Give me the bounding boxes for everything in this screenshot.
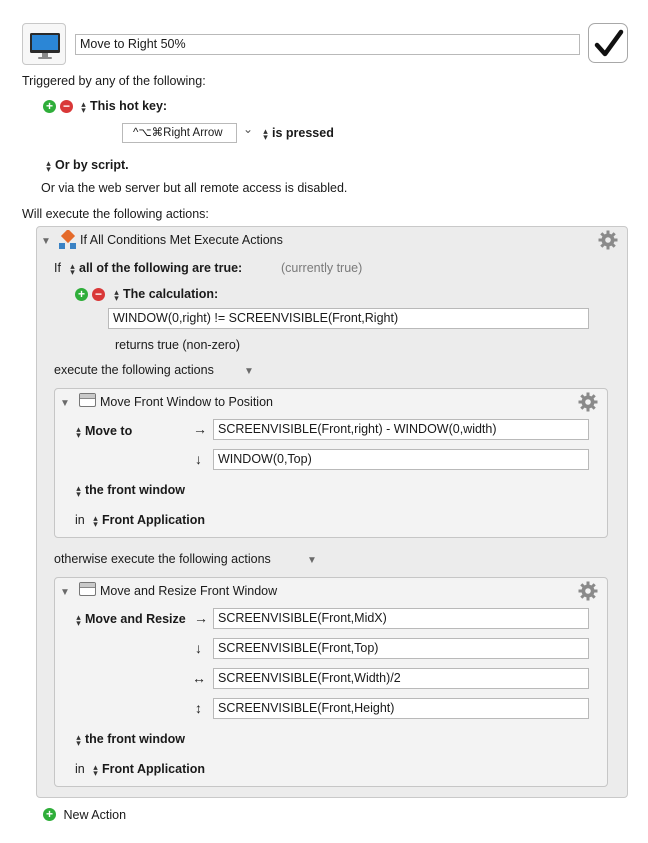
if-action-disclosure-triangle[interactable]: ▼	[41, 236, 51, 247]
hotkey-state-label: is pressed	[272, 126, 334, 140]
move-application-label: Front Application	[102, 513, 205, 527]
updown-icon: ▴ ▾	[263, 125, 268, 142]
macro-name-input[interactable]: Move to Right 50%	[75, 34, 580, 55]
script-trigger-label: Or by script.	[55, 158, 129, 172]
condition-status: (currently true)	[281, 261, 363, 275]
if-then-else-icon	[59, 230, 76, 249]
new-action-button[interactable]: + New Action	[43, 807, 126, 822]
updown-icon: ▴ ▾	[93, 761, 98, 778]
calculation-input[interactable]: WINDOW(0,right) != SCREENVISIBLE(Front,R…	[108, 308, 589, 329]
resize-window-gear-icon[interactable]	[578, 581, 598, 601]
move-x-input[interactable]: SCREENVISIBLE(Front,right) - WINDOW(0,wi…	[213, 419, 589, 440]
resize-width-input[interactable]: SCREENVISIBLE(Front,Width)/2	[213, 668, 589, 689]
resize-application-select[interactable]: ▴ ▾ Front Application	[92, 761, 205, 778]
new-action-label: New Action	[63, 807, 127, 822]
down-arrow-icon: ↓	[195, 640, 202, 656]
add-trigger-button[interactable]: +	[43, 100, 56, 113]
updown-icon: ▴ ▾	[81, 98, 86, 115]
condition-type-select[interactable]: ▴ ▾ The calculation:	[113, 286, 219, 303]
condition-type-label: The calculation:	[123, 287, 219, 301]
move-y-input[interactable]: WINDOW(0,Top)	[213, 449, 589, 470]
updown-icon: ▴ ▾	[114, 286, 119, 303]
move-target-window-select[interactable]: ▴ ▾ the front window	[75, 482, 185, 499]
monitor-icon	[30, 33, 60, 59]
actions-heading: Will execute the following actions:	[22, 207, 209, 221]
then-actions-label: execute the following actions	[54, 363, 214, 377]
resize-window-title: Move and Resize Front Window	[100, 584, 278, 598]
window-icon	[79, 393, 96, 407]
updown-icon: ▴ ▾	[76, 611, 81, 628]
then-actions-disclosure-triangle[interactable]: ▼	[244, 366, 254, 377]
down-arrow-icon: ↓	[195, 451, 202, 467]
if-action-title: If All Conditions Met Execute Actions	[80, 233, 283, 247]
else-actions-disclosure-triangle[interactable]: ▼	[307, 555, 317, 566]
updown-icon: ▴ ▾	[76, 482, 81, 499]
remove-condition-button[interactable]: −	[92, 288, 105, 301]
add-condition-button[interactable]: +	[75, 288, 88, 301]
resize-x-input[interactable]: SCREENVISIBLE(Front,MidX)	[213, 608, 589, 629]
move-in-label: in	[75, 513, 85, 527]
condition-match-label: all of the following are true:	[79, 261, 243, 275]
else-actions-label: otherwise execute the following actions	[54, 552, 271, 566]
macro-enabled-checkbox[interactable]	[588, 23, 628, 63]
triggers-heading: Triggered by any of the following:	[22, 74, 206, 88]
resize-height-input[interactable]: SCREENVISIBLE(Front,Height)	[213, 698, 589, 719]
move-window-disclosure-triangle[interactable]: ▼	[60, 398, 70, 409]
resize-target-window-select[interactable]: ▴ ▾ the front window	[75, 731, 185, 748]
updown-icon: ▴ ▾	[70, 260, 75, 277]
resize-target-window-label: the front window	[85, 732, 185, 746]
move-window-gear-icon[interactable]	[578, 392, 598, 412]
horizontal-arrow-icon: ↔	[192, 670, 206, 686]
if-action-gear-icon[interactable]	[598, 230, 618, 250]
move-mode-label: Move to	[85, 424, 133, 438]
vertical-arrow-icon: ↕	[195, 700, 202, 716]
condition-match-select[interactable]: ▴ ▾ all of the following are true:	[69, 260, 243, 277]
resize-mode-label: Move and Resize	[85, 612, 186, 626]
updown-icon: ▴ ▾	[46, 157, 51, 174]
resize-in-label: in	[75, 762, 85, 776]
hotkey-state-select[interactable]: ▴ ▾ is pressed	[262, 125, 334, 142]
resize-mode-select[interactable]: ▴ ▾ Move and Resize	[75, 611, 186, 628]
move-target-window-label: the front window	[85, 483, 185, 497]
hotkey-field[interactable]: ^⌥⌘Right Arrow	[122, 123, 237, 143]
updown-icon: ▴ ▾	[76, 423, 81, 440]
move-application-select[interactable]: ▴ ▾ Front Application	[92, 512, 205, 529]
move-mode-select[interactable]: ▴ ▾ Move to	[75, 423, 133, 440]
hotkey-label: This hot key:	[90, 99, 168, 113]
move-window-title: Move Front Window to Position	[100, 395, 273, 409]
resize-application-label: Front Application	[102, 762, 205, 776]
updown-icon: ▴ ▾	[76, 731, 81, 748]
window-icon	[79, 582, 96, 596]
right-arrow-icon: →	[193, 421, 207, 437]
remove-trigger-button[interactable]: −	[60, 100, 73, 113]
checkmark-icon	[594, 29, 624, 57]
resize-window-disclosure-triangle[interactable]: ▼	[60, 587, 70, 598]
updown-icon: ▴ ▾	[93, 512, 98, 529]
script-trigger-select[interactable]: ▴ ▾ Or by script.	[45, 157, 129, 174]
resize-y-input[interactable]: SCREENVISIBLE(Front,Top)	[213, 638, 589, 659]
hotkey-trigger-type-select[interactable]: ▴ ▾ This hot key:	[80, 98, 168, 115]
macro-icon[interactable]	[22, 23, 66, 65]
hotkey-menu-chevron-icon[interactable]: ⌄	[243, 122, 253, 136]
plus-icon: +	[43, 808, 56, 822]
if-label: If	[54, 261, 61, 275]
calculation-result: returns true (non-zero)	[115, 338, 241, 352]
right-arrow-icon: →	[194, 610, 208, 626]
web-server-note: Or via the web server but all remote acc…	[41, 181, 348, 195]
